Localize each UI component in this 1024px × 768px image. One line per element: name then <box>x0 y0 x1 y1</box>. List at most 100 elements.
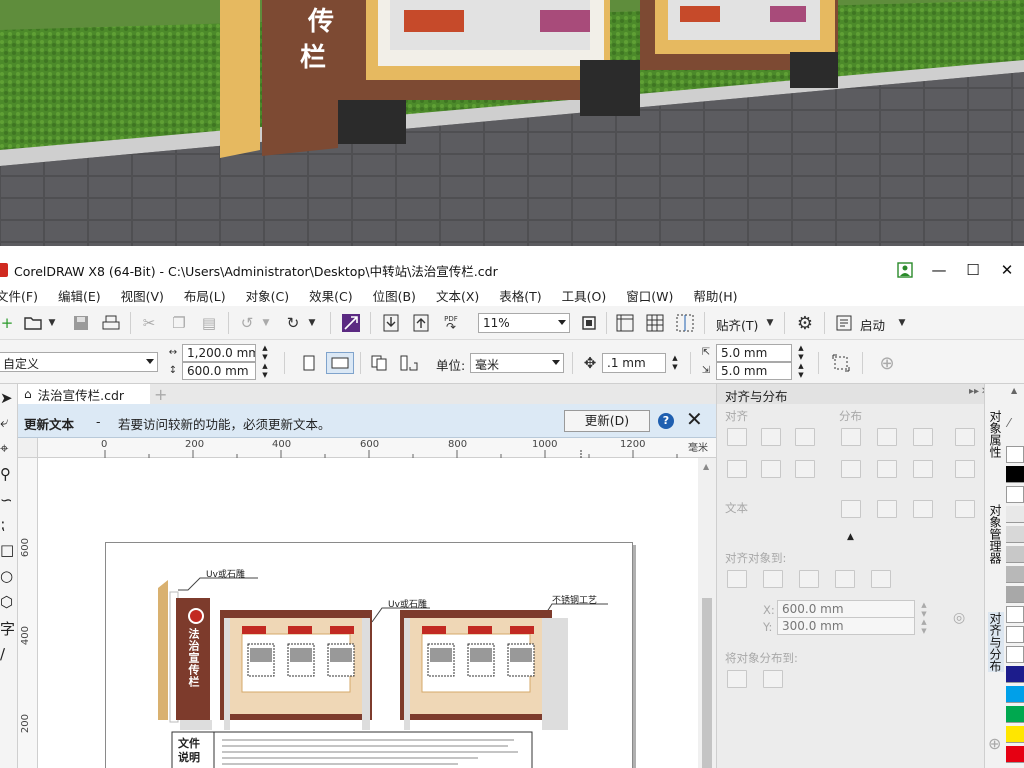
align-to-page-center-icon[interactable] <box>799 570 819 588</box>
align-left-icon[interactable] <box>727 428 747 446</box>
target-point-icon[interactable]: ◎ <box>953 610 965 626</box>
menu-layout[interactable]: 布局(L) <box>174 286 236 305</box>
menu-view[interactable]: 视图(V) <box>111 286 174 305</box>
snap-dropdown-icon[interactable]: ▼ <box>764 312 776 334</box>
nudge-distance-spinner[interactable]: ▲ ▼ <box>668 354 682 372</box>
menu-file[interactable]: 文件(F) <box>0 286 48 305</box>
landscape-orientation-icon[interactable] <box>326 352 354 374</box>
menu-help[interactable]: 帮助(H) <box>683 286 747 305</box>
launch-dropdown-icon[interactable]: ▼ <box>896 312 908 334</box>
scroll-up-icon[interactable]: ▲ <box>703 462 709 471</box>
publish-pdf-icon[interactable]: PDF ↷ <box>440 310 462 336</box>
options-gear-icon[interactable]: ⚙ <box>794 312 816 334</box>
distribute-center-v-icon[interactable] <box>877 460 897 478</box>
duplicate-y-field[interactable]: 5.0 mm <box>716 362 792 380</box>
rectangle-tool-icon[interactable]: □ <box>0 538 18 562</box>
all-pages-icon[interactable] <box>368 352 390 374</box>
align-to-grid-icon[interactable] <box>835 570 855 588</box>
add-document-tab-icon[interactable]: + <box>154 385 167 404</box>
palette-swatch[interactable] <box>1006 666 1024 683</box>
align-to-active-object-icon[interactable] <box>727 570 747 588</box>
import-icon[interactable] <box>380 312 402 334</box>
collapse-section-icon[interactable]: ▲ <box>847 532 854 542</box>
treat-as-filled-icon[interactable] <box>830 352 852 374</box>
distribute-to-page-icon[interactable] <box>763 670 783 688</box>
distribute-right-icon[interactable] <box>955 428 975 446</box>
distribute-top-icon[interactable] <box>841 460 861 478</box>
help-icon[interactable]: ? <box>658 413 674 429</box>
nudge-distance-field[interactable]: .1 mm <box>602 353 666 373</box>
vertical-ruler[interactable]: 600 400 200 <box>18 458 38 768</box>
undo-dropdown-icon[interactable]: ▼ <box>260 312 272 334</box>
full-screen-preview-icon[interactable] <box>578 312 600 334</box>
open-folder-icon[interactable] <box>22 312 44 334</box>
paste-icon[interactable]: ▤ <box>198 312 220 334</box>
align-to-point-icon[interactable] <box>871 570 891 588</box>
align-to-page-edge-icon[interactable] <box>763 570 783 588</box>
snap-to-label[interactable]: 贴齐(T) <box>716 315 758 334</box>
add-toolbar-item-icon[interactable]: ⊕ <box>876 352 898 374</box>
eyedropper-icon[interactable]: ⁄ <box>1008 416 1010 430</box>
align-x-field[interactable]: 600.0 mm <box>777 600 915 618</box>
menu-edit[interactable]: 编辑(E) <box>48 286 111 305</box>
maximize-icon[interactable]: ☐ <box>956 256 990 284</box>
current-page-icon[interactable] <box>398 352 420 374</box>
distribute-bottom-icon[interactable] <box>955 460 975 478</box>
shape-tool-icon[interactable]: ⤶ <box>0 410 18 434</box>
distribute-to-selection-icon[interactable] <box>727 670 747 688</box>
ellipse-tool-icon[interactable]: ○ <box>0 564 18 588</box>
text-last-baseline-icon[interactable] <box>877 500 897 518</box>
menu-table[interactable]: 表格(T) <box>489 286 551 305</box>
scrollbar-thumb[interactable] <box>702 598 712 768</box>
duplicate-y-spinner[interactable]: ▲ ▼ <box>794 362 808 380</box>
open-dropdown-icon[interactable]: ▼ <box>46 312 58 334</box>
update-text-button[interactable]: 更新(D) <box>564 410 650 432</box>
menu-object[interactable]: 对象(C) <box>236 286 299 305</box>
pick-tool-icon[interactable]: ➤ <box>0 386 18 410</box>
object-manager-tab[interactable]: 对象管理器 <box>988 504 1004 564</box>
palette-swatch[interactable] <box>1006 526 1024 543</box>
parallel-dimension-tool-icon[interactable]: ∕ <box>0 642 18 666</box>
palette-scroll-up-icon[interactable]: ▲ <box>1011 386 1017 395</box>
palette-swatch[interactable] <box>1006 566 1024 583</box>
align-y-field[interactable]: 300.0 mm <box>777 617 915 635</box>
zoom-level-field[interactable]: 11% <box>478 313 570 333</box>
show-guidelines-icon[interactable] <box>674 312 696 334</box>
minimize-icon[interactable]: — <box>922 256 956 284</box>
distribute-spacing-h-icon[interactable] <box>913 428 933 446</box>
polygon-tool-icon[interactable]: ⬡ <box>0 590 18 614</box>
duplicate-x-spinner[interactable]: ▲ ▼ <box>794 344 808 362</box>
menu-window[interactable]: 窗口(W) <box>616 286 683 305</box>
show-rulers-icon[interactable] <box>614 312 636 334</box>
align-bottom-icon[interactable] <box>795 460 815 478</box>
distribute-left-icon[interactable] <box>841 428 861 446</box>
menu-text[interactable]: 文本(X) <box>426 286 489 305</box>
object-properties-tab[interactable]: 对象属性 <box>988 410 1004 458</box>
new-document-icon[interactable]: + <box>0 312 14 334</box>
palette-swatch[interactable] <box>1006 506 1024 523</box>
distribute-spacing-v-icon[interactable] <box>913 460 933 478</box>
show-grid-icon[interactable] <box>644 312 666 334</box>
align-y-spinner[interactable]: ▲ ▼ <box>917 618 931 636</box>
close-infobar-icon[interactable]: ✕ <box>686 407 703 431</box>
launch-label[interactable]: 启动 <box>860 315 885 334</box>
align-top-icon[interactable] <box>727 460 747 478</box>
text-first-baseline-icon[interactable] <box>841 500 861 518</box>
close-icon[interactable]: ✕ <box>990 256 1024 284</box>
cut-icon[interactable]: ✂ <box>138 312 160 334</box>
palette-swatch[interactable] <box>1006 706 1024 723</box>
distribute-center-h-icon[interactable] <box>877 428 897 446</box>
freehand-tool-icon[interactable]: ∽ <box>0 488 18 512</box>
page-preset-select[interactable]: 自定义 <box>0 352 158 372</box>
user-account-icon[interactable] <box>888 256 922 284</box>
page-width-field[interactable]: 1,200.0 mm <box>182 344 256 362</box>
palette-swatch[interactable] <box>1006 606 1024 623</box>
application-launcher-icon[interactable] <box>834 312 854 334</box>
drawing-canvas[interactable]: Uv或石雕 Uv或石雕 不锈钢工艺 法治宣传栏 文件说明 <box>38 458 698 768</box>
page-height-spinner[interactable]: ▲ ▼ <box>258 362 272 380</box>
palette-swatch[interactable] <box>1006 446 1024 463</box>
page-width-spinner[interactable]: ▲ ▼ <box>258 344 272 362</box>
print-icon[interactable] <box>100 312 122 334</box>
palette-swatch[interactable] <box>1006 586 1024 603</box>
export-icon[interactable] <box>410 312 432 334</box>
